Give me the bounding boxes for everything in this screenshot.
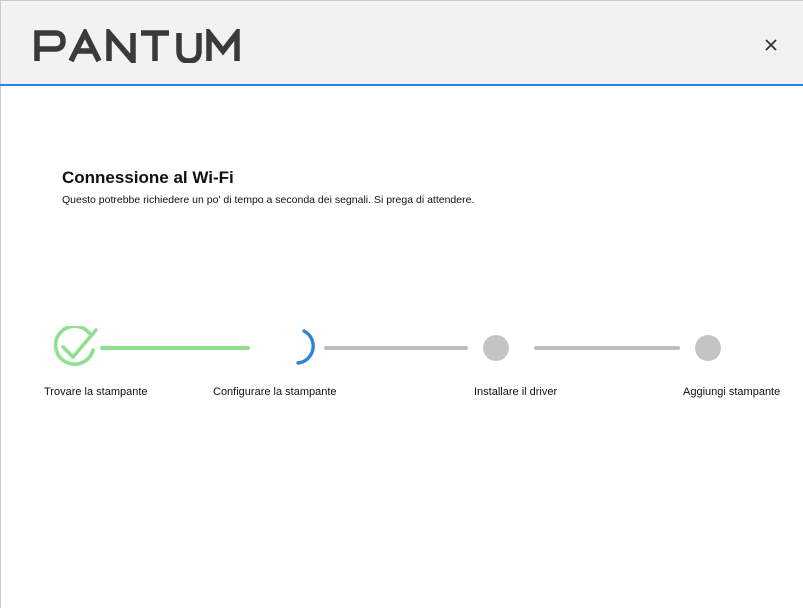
header-accent-line [0,84,803,86]
pantum-logo-icon [34,24,240,69]
step-2 [290,328,322,373]
pending-dot-icon [695,335,721,361]
installer-window: Connessione al Wi-Fi Questo potrebbe ric… [0,0,803,608]
check-circle-icon [53,324,98,366]
step-connector-2 [324,346,468,350]
page-subtitle: Questo potrebbe richiedere un po' di tem… [62,194,475,206]
step-1 [52,324,100,375]
step-label-install-driver: Installare il driver [474,386,558,398]
pending-dot-icon [483,335,509,361]
step-label-configure-printer: Configurare la stampante [213,386,337,398]
step-connector-3 [534,346,680,350]
progress-stepper: Trovare la stampante Configurare la stam… [0,310,803,398]
close-button[interactable] [757,31,785,59]
step-label-add-printer: Aggiungi stampante [683,386,781,398]
title-bar [0,0,803,86]
close-icon [765,39,777,51]
pantum-logo [33,24,263,69]
spinner-icon [296,329,315,365]
step-label-find-printer: Trovare la stampante [44,386,148,398]
page-title: Connessione al Wi-Fi [62,168,234,187]
step-connector-1 [100,346,250,350]
